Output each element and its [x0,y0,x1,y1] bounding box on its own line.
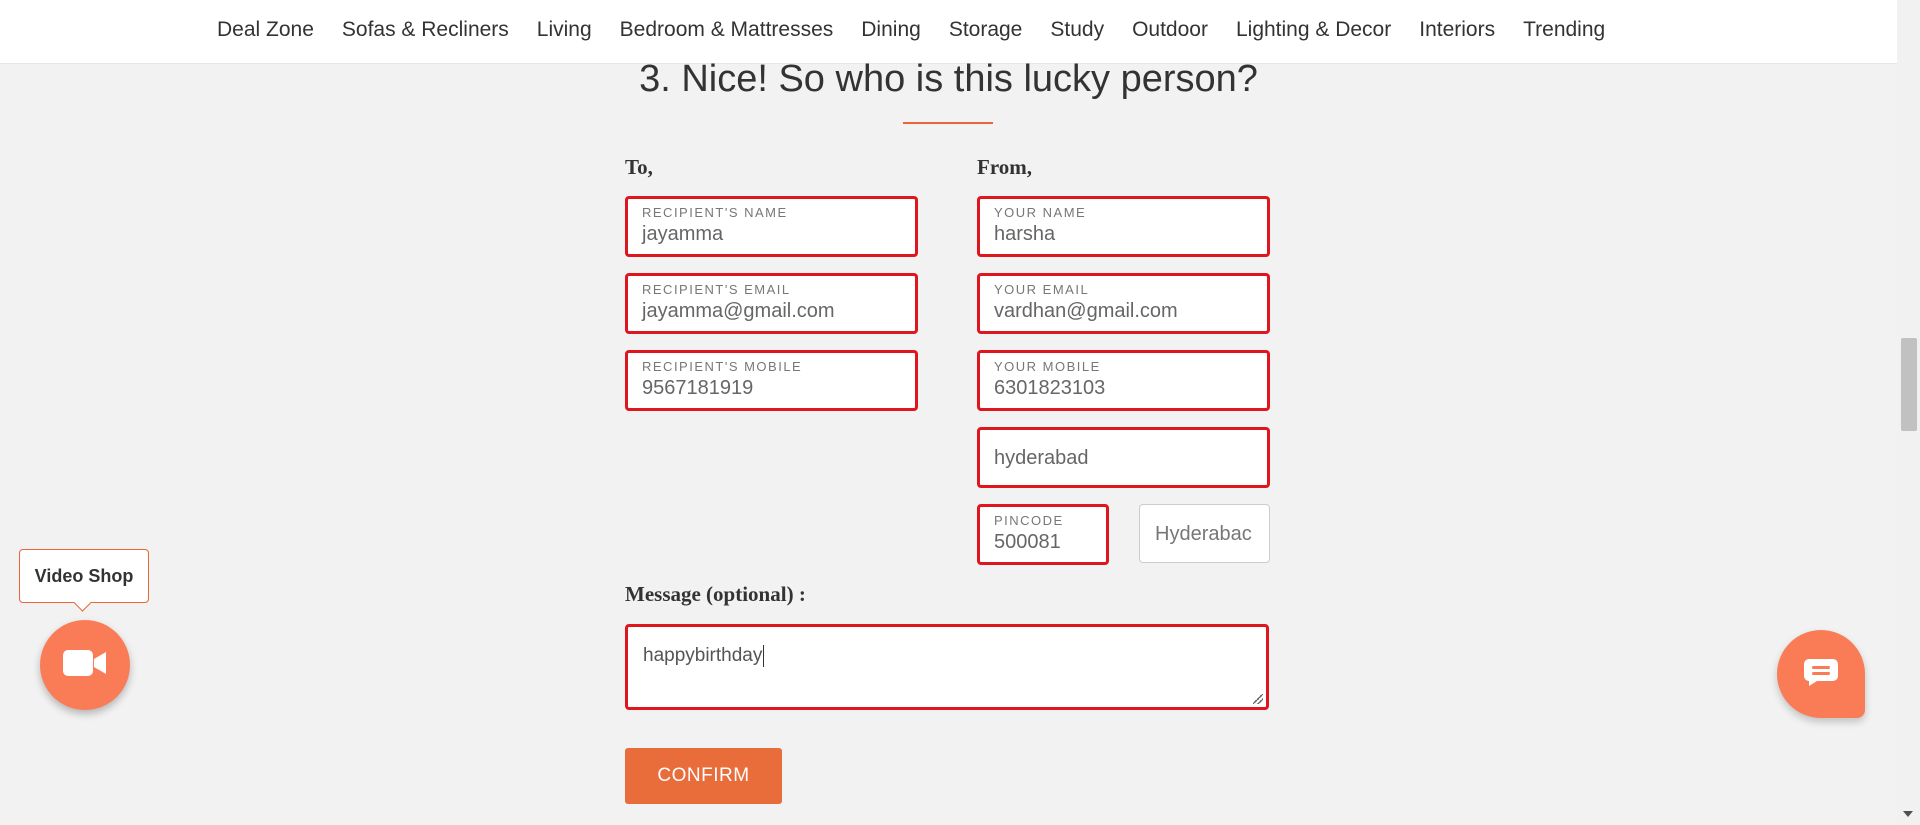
recipient-mobile-label: RECIPIENT'S MOBILE [642,359,803,374]
recipient-email-value: jayamma@gmail.com [642,300,835,322]
chat-button[interactable] [1777,630,1865,718]
address-field[interactable]: hyderabad [977,427,1270,488]
your-mobile-value: 6301823103 [994,377,1106,399]
your-email-value: vardhan@gmail.com [994,300,1178,322]
message-textarea[interactable]: happybirthday [625,624,1269,710]
section-title: 3. Nice! So who is this lucky person? [639,58,1258,100]
pincode-label: PINCODE [994,513,1064,528]
recipient-mobile-field[interactable]: RECIPIENT'S MOBILE 9567181919 [625,350,918,411]
your-name-field[interactable]: YOUR NAME harsha [977,196,1270,257]
title-underline [903,122,993,124]
recipient-name-label: RECIPIENT'S NAME [642,205,788,220]
from-label: From, [977,155,1033,179]
nav-item-dining[interactable]: Dining [847,18,935,42]
recipient-name-value: jayamma [642,223,724,245]
resize-grip-icon[interactable] [1253,694,1263,704]
nav-item-study[interactable]: Study [1036,18,1118,42]
pincode-value: 500081 [994,531,1061,553]
chat-icon [1803,657,1839,692]
your-name-label: YOUR NAME [994,205,1087,220]
recipient-mobile-value: 9567181919 [642,377,754,399]
nav-item-interiors[interactable]: Interiors [1405,18,1509,42]
address-value: hyderabad [994,447,1089,469]
city-field[interactable]: Hyderabac [1139,504,1270,563]
scroll-down-arrow-icon[interactable] [1903,811,1913,817]
to-label: To, [625,155,653,179]
category-menu: Deal Zone Sofas & Recliners Living Bedro… [203,0,1619,60]
nav-item-lighting-decor[interactable]: Lighting & Decor [1222,18,1405,42]
nav-item-trending[interactable]: Trending [1509,18,1619,42]
page-scrollbar[interactable] [1897,0,1920,825]
message-value: happybirthday [643,645,765,667]
your-mobile-label: YOUR MOBILE [994,359,1101,374]
nav-item-outdoor[interactable]: Outdoor [1118,18,1222,42]
your-name-value: harsha [994,223,1056,245]
nav-item-storage[interactable]: Storage [935,18,1037,42]
your-email-label: YOUR EMAIL [994,282,1090,297]
scrollbar-thumb[interactable] [1901,338,1917,431]
pincode-field[interactable]: PINCODE 500081 [977,504,1109,565]
nav-item-deal-zone[interactable]: Deal Zone [203,18,328,42]
video-camera-icon [63,649,107,682]
video-shop-button[interactable] [40,620,130,710]
your-mobile-field[interactable]: YOUR MOBILE 6301823103 [977,350,1270,411]
confirm-button[interactable]: CONFIRM [625,748,782,804]
nav-item-sofas-recliners[interactable]: Sofas & Recliners [328,18,523,42]
text-caret [763,645,765,667]
top-nav: Deal Zone Sofas & Recliners Living Bedro… [0,0,1897,64]
recipient-name-field[interactable]: RECIPIENT'S NAME jayamma [625,196,918,257]
message-label: Message (optional) : [625,582,806,606]
nav-item-bedroom-mattresses[interactable]: Bedroom & Mattresses [606,18,848,42]
your-email-field[interactable]: YOUR EMAIL vardhan@gmail.com [977,273,1270,334]
recipient-email-field[interactable]: RECIPIENT'S EMAIL jayamma@gmail.com [625,273,918,334]
nav-item-living[interactable]: Living [523,18,606,42]
city-value: Hyderabac [1155,523,1252,545]
recipient-email-label: RECIPIENT'S EMAIL [642,282,791,297]
